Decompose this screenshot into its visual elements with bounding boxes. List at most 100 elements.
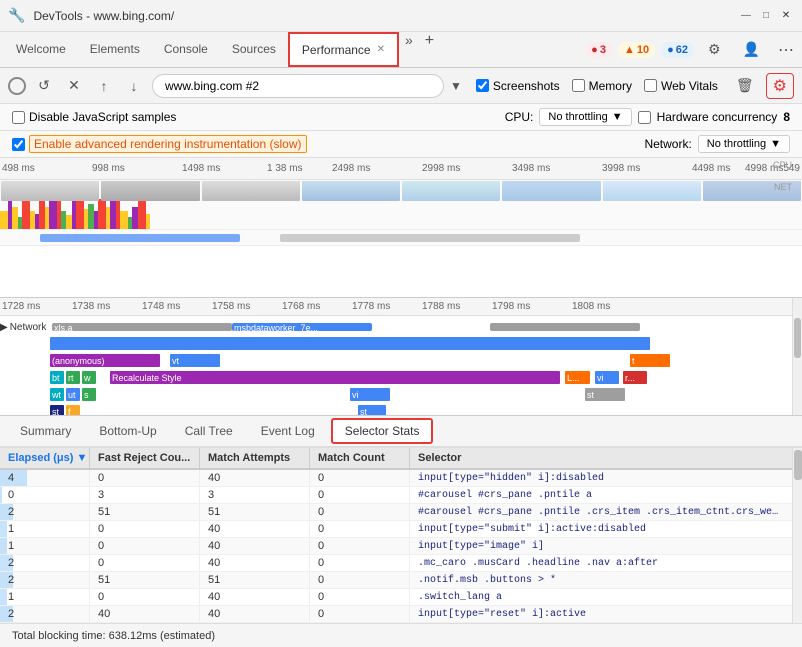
more-tabs-button[interactable]: » <box>399 32 419 67</box>
table-row[interactable]: 1 0 40 0 input[type="image" i] <box>0 538 792 555</box>
block-recalc-style[interactable]: Recalculate Style <box>110 371 560 384</box>
table-row[interactable]: 0 3 3 0 #carousel #crs_pane .pntile a <box>0 487 792 504</box>
td-count: 0 <box>310 572 410 588</box>
block-rt[interactable]: rt <box>66 371 80 384</box>
th-fast-reject[interactable]: Fast Reject Cou... <box>90 448 200 468</box>
table-with-scroll: Elapsed (μs) ▼ Fast Reject Cou... Match … <box>0 448 802 623</box>
block-l[interactable]: L... <box>565 371 590 384</box>
block-w[interactable]: w <box>82 371 96 384</box>
table-scroll-thumb[interactable] <box>794 450 802 480</box>
record-button[interactable] <box>8 77 26 95</box>
table-row[interactable]: 1 0 40 0 input[type="submit" i]:active:d… <box>0 521 792 538</box>
tab-welcome[interactable]: Welcome <box>4 32 78 67</box>
cpu-throttle-select[interactable]: No throttling ▼ <box>539 108 631 126</box>
btab-calltree[interactable]: Call Tree <box>173 420 245 442</box>
tab-sources[interactable]: Sources <box>220 32 288 67</box>
overview-timeline[interactable]: 498 ms 998 ms 1498 ms 1 38 ms 2498 ms 29… <box>0 158 802 298</box>
webvitals-checkbox[interactable] <box>644 79 657 92</box>
title-bar-title: DevTools - www.bing.com/ <box>33 9 730 23</box>
timeline-scrollbar[interactable] <box>792 298 802 415</box>
block-ut[interactable]: ut <box>66 388 80 401</box>
expand-icon[interactable]: ▶ <box>0 322 8 333</box>
table-row[interactable]: 2 51 51 0 .notif.msb .buttons > * <box>0 572 792 589</box>
tab-console-label: Console <box>164 42 208 56</box>
table-row[interactable]: 2 0 40 0 .mc_caro .musCard .headline .na… <box>0 555 792 572</box>
minimize-button[interactable]: — <box>738 8 754 24</box>
table-row[interactable]: 2 40 40 0 input[type="reset" i]:active <box>0 606 792 623</box>
more-options-button[interactable]: ⋯ <box>774 40 798 60</box>
block-s[interactable] <box>50 337 650 350</box>
th-match-count[interactable]: Match Count <box>310 448 410 468</box>
tab-performance[interactable]: Performance ✕ <box>288 32 399 67</box>
selector-table[interactable]: Elapsed (μs) ▼ Fast Reject Cou... Match … <box>0 448 792 623</box>
tick-3498: 3498 ms <box>512 163 550 174</box>
dropdown-arrow[interactable]: ▼ <box>450 79 462 93</box>
dtick-1748: 1748 ms <box>142 301 180 312</box>
block-vi[interactable]: vi <box>595 371 619 384</box>
tab-performance-close[interactable]: ✕ <box>377 44 385 55</box>
disable-js-checkbox[interactable] <box>12 111 25 124</box>
hw-concurrency-checkbox[interactable] <box>638 111 651 124</box>
th-selector[interactable]: Selector <box>410 448 792 468</box>
cancel-button[interactable]: ✕ <box>62 74 86 98</box>
dtick-1768: 1768 ms <box>282 301 320 312</box>
profile-button[interactable]: 👤 <box>735 41 768 58</box>
disable-js-option[interactable]: Disable JavaScript samples <box>12 110 176 124</box>
th-match-attempts[interactable]: Match Attempts <box>200 448 310 468</box>
block-st-wt[interactable]: st <box>585 388 625 401</box>
elapsed-value: 4 <box>8 472 14 484</box>
table-row[interactable]: 1 0 40 0 .switch_lang a <box>0 589 792 606</box>
td-match: 40 <box>200 555 310 571</box>
table-row[interactable]: 2 51 51 0 #carousel #crs_pane .pntile .c… <box>0 504 792 521</box>
address-input[interactable] <box>152 74 444 98</box>
table-row[interactable]: 4 0 40 0 input[type="hidden" i]:disabled <box>0 470 792 487</box>
refresh-button[interactable]: ↺ <box>32 74 56 98</box>
block-r[interactable]: r... <box>623 371 647 384</box>
network-throttle-select[interactable]: No throttling ▼ <box>698 135 790 153</box>
td-count: 0 <box>310 589 410 605</box>
download-button[interactable]: ↓ <box>122 74 146 98</box>
td-reject: 51 <box>90 572 200 588</box>
btab-eventlog[interactable]: Event Log <box>249 420 327 442</box>
block-anonymous[interactable]: (anonymous) <box>50 354 160 367</box>
settings-button[interactable]: ⚙ <box>700 41 729 58</box>
block-wt[interactable]: wt <box>50 388 64 401</box>
tab-console[interactable]: Console <box>152 32 220 67</box>
upload-button[interactable]: ↑ <box>92 74 116 98</box>
advanced-rendering-option[interactable]: Enable advanced rendering instrumentatio… <box>12 135 307 153</box>
block-vi-wt[interactable]: vi <box>350 388 390 401</box>
btab-summary[interactable]: Summary <box>8 420 83 442</box>
memory-checkbox[interactable] <box>572 79 585 92</box>
clear-button[interactable]: 🗑 <box>730 75 760 96</box>
th-elapsed[interactable]: Elapsed (μs) ▼ <box>0 448 90 468</box>
add-tab-button[interactable]: + <box>419 32 440 67</box>
detail-timeline[interactable]: 1728 ms 1738 ms 1748 ms 1758 ms 1768 ms … <box>0 298 802 416</box>
btab-selectorstats[interactable]: Selector Stats <box>331 418 434 444</box>
log-badge[interactable]: ● 62 <box>661 42 694 58</box>
screenshots-checkbox[interactable] <box>476 79 489 92</box>
maximize-button[interactable]: □ <box>758 8 774 24</box>
timeline-scroll-thumb[interactable] <box>794 318 801 358</box>
block-st-b[interactable]: st <box>50 405 64 416</box>
table-scrollbar[interactable] <box>792 448 802 623</box>
block-f[interactable]: f <box>66 405 80 416</box>
error-badge[interactable]: ● 3 <box>585 42 612 58</box>
td-elapsed: 2 <box>0 606 90 622</box>
net-block-xls: xls.a <box>52 323 232 331</box>
close-button[interactable]: ✕ <box>778 8 794 24</box>
block-bt-rt[interactable]: bt <box>50 371 64 384</box>
block-st-b2[interactable]: st <box>358 405 386 416</box>
block-s-wt[interactable]: s <box>82 388 96 401</box>
tab-elements[interactable]: Elements <box>78 32 152 67</box>
tab-sources-label: Sources <box>232 42 276 56</box>
btab-bottomup[interactable]: Bottom-Up <box>87 420 168 442</box>
warning-badge[interactable]: ▲ 10 <box>618 42 655 58</box>
btab-summary-label: Summary <box>20 424 71 438</box>
th-reject-label: Fast Reject Cou... <box>98 452 190 464</box>
block-t[interactable]: t <box>630 354 670 367</box>
block-vt[interactable]: vt <box>170 354 220 367</box>
settings-capture-button[interactable]: ⚙ <box>766 73 794 99</box>
track-nt: (anonymous) vt t <box>0 353 802 369</box>
btab-bottomup-label: Bottom-Up <box>99 424 156 438</box>
advanced-rendering-checkbox[interactable] <box>12 138 25 151</box>
